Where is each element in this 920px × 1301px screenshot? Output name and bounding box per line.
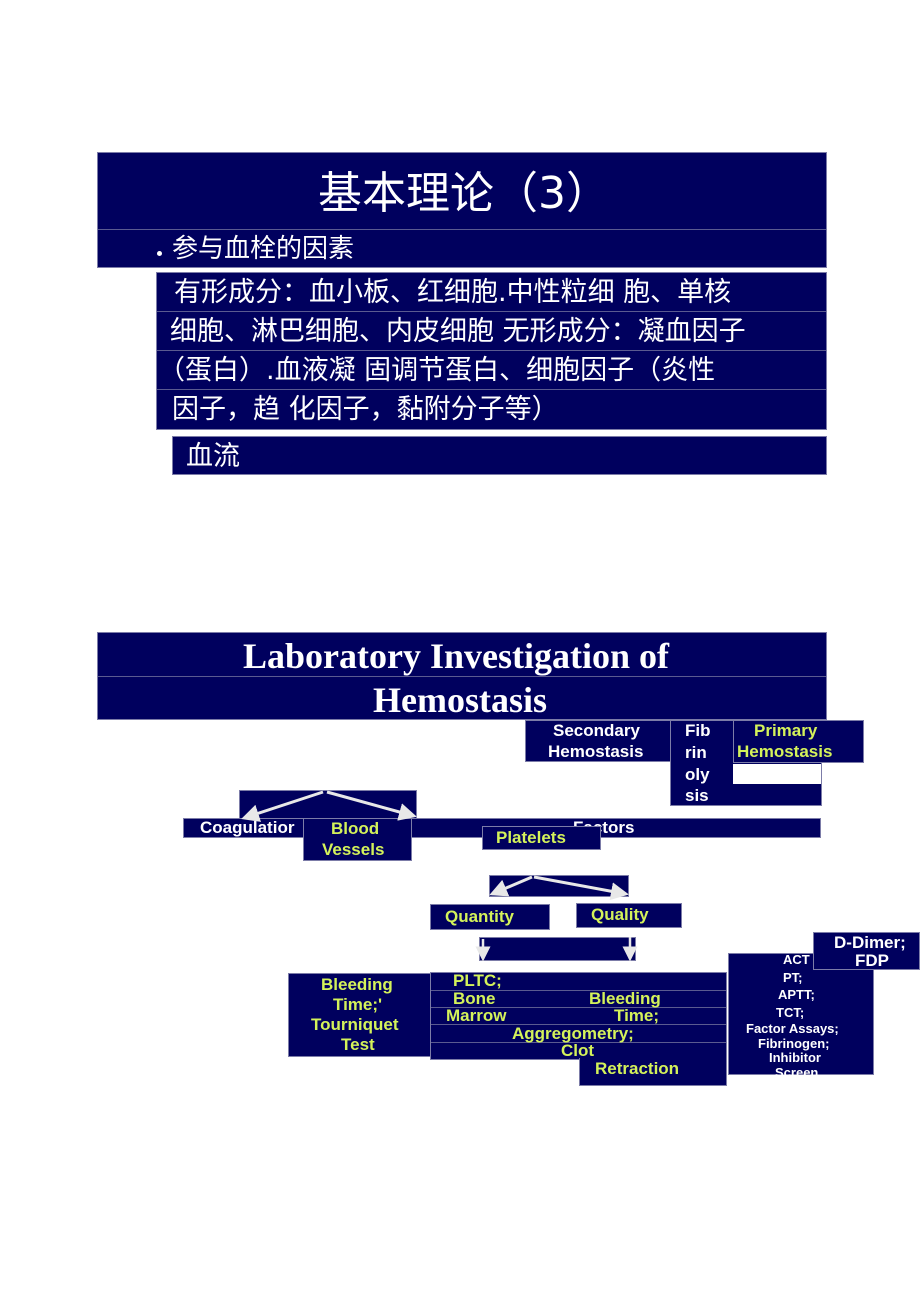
- arrow-icon: [489, 875, 533, 897]
- arrow-icon: [326, 790, 417, 821]
- arrow-icon: [241, 790, 324, 822]
- arrow-icon: [533, 875, 629, 901]
- arrows-layer: [241, 790, 638, 962]
